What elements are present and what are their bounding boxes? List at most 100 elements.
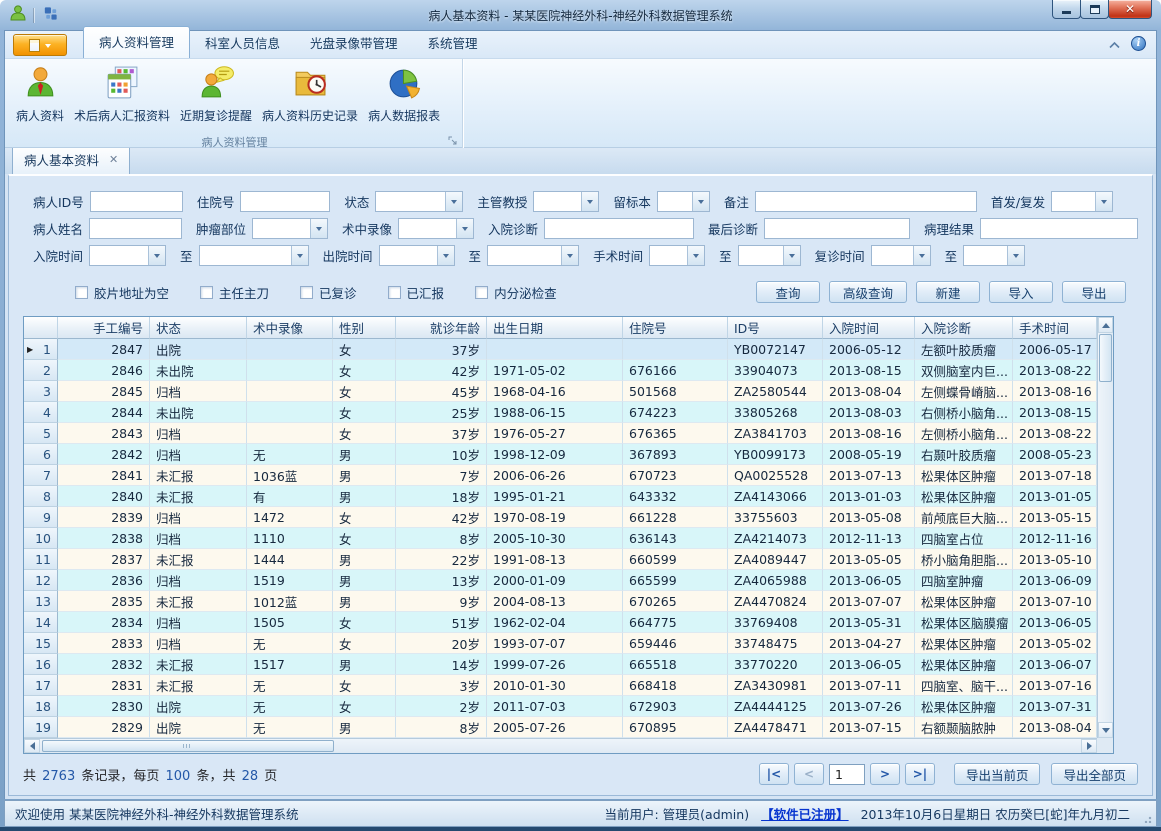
filter-combo[interactable] — [252, 218, 328, 239]
prev-page-button[interactable]: < — [794, 763, 824, 785]
combo-arrow-icon[interactable] — [310, 219, 327, 238]
column-header[interactable]: 入院时间 — [823, 317, 915, 339]
column-header[interactable]: 就诊年龄 — [396, 317, 487, 339]
filter-input[interactable] — [980, 218, 1138, 239]
table-row[interactable]: 52843归档女37岁1976-05-27676365ZA38417032013… — [24, 423, 1097, 444]
filter-combo[interactable] — [963, 245, 1025, 266]
column-header[interactable]: 手术时间 — [1013, 317, 1097, 339]
vertical-scroll-thumb[interactable] — [1099, 334, 1112, 382]
filter-input[interactable] — [89, 218, 182, 239]
table-row[interactable]: 172831未汇报无女3岁2010-01-30668418ZA343098120… — [24, 675, 1097, 696]
page-number-input[interactable] — [829, 764, 865, 785]
filter-input[interactable] — [755, 191, 977, 212]
filter-combo[interactable] — [89, 245, 166, 266]
filter-combo[interactable] — [871, 245, 931, 266]
filter-combo[interactable] — [199, 245, 309, 266]
filter-combo[interactable] — [398, 218, 474, 239]
filter-input[interactable] — [90, 191, 183, 212]
quick-access-squares-icon[interactable] — [42, 5, 59, 26]
table-row[interactable]: 82840未汇报有男18岁1995-01-21643332ZA414306620… — [24, 486, 1097, 507]
column-header[interactable]: 入院诊断 — [915, 317, 1013, 339]
column-header[interactable]: ID号 — [728, 317, 823, 339]
combo-arrow-icon[interactable] — [437, 246, 454, 265]
combo-arrow-icon[interactable] — [1007, 246, 1024, 265]
combo-arrow-icon[interactable] — [445, 192, 462, 211]
column-header[interactable]: 状态 — [150, 317, 247, 339]
combo-arrow-icon[interactable] — [783, 246, 800, 265]
scroll-left-button[interactable] — [24, 739, 40, 753]
filter-combo[interactable] — [738, 245, 801, 266]
filter-combo[interactable] — [657, 191, 710, 212]
tab-patient-basic-info[interactable]: 病人基本资料 ✕ — [12, 145, 130, 174]
ribbon-button[interactable]: 近期复诊提醒 — [175, 62, 257, 134]
ribbon-tab-3[interactable]: 光盘录像带管理 — [295, 28, 413, 58]
table-row[interactable]: 182830出院无女2岁2011-07-03672903ZA4444125201… — [24, 696, 1097, 717]
import-button[interactable]: 导入 — [989, 281, 1053, 303]
ribbon-button[interactable]: 病人资料历史记录 — [257, 62, 363, 134]
table-row[interactable]: 22846未出院女42岁1971-05-02676166339040732013… — [24, 360, 1097, 381]
table-row[interactable]: 102838归档1110女8岁2005-10-30636143ZA4214073… — [24, 528, 1097, 549]
table-row[interactable]: 72841未汇报1036蓝男7岁2006-06-26670723QA002552… — [24, 465, 1097, 486]
new-button[interactable]: 新建 — [916, 281, 980, 303]
ribbon-collapse-chevron-icon[interactable] — [1108, 34, 1121, 53]
table-row[interactable]: 92839归档1472女42岁1970-08-19661228337556032… — [24, 507, 1097, 528]
minimize-button[interactable] — [1052, 0, 1081, 19]
checkbox-option[interactable]: 胶片地址为空 — [75, 283, 169, 302]
resize-grip-icon[interactable] — [1144, 814, 1153, 823]
filter-combo[interactable] — [379, 245, 455, 266]
tab-close-icon[interactable]: ✕ — [109, 153, 118, 166]
ribbon-tab-2[interactable]: 科室人员信息 — [190, 28, 295, 58]
column-header[interactable]: 住院号 — [623, 317, 728, 339]
combo-arrow-icon[interactable] — [581, 192, 598, 211]
checkbox-option[interactable]: 内分泌检查 — [475, 283, 557, 302]
filter-input[interactable] — [240, 191, 330, 212]
ribbon-button[interactable]: 病人资料 — [11, 62, 69, 134]
last-page-button[interactable]: >| — [905, 763, 935, 785]
filter-input[interactable] — [764, 218, 910, 239]
checkbox[interactable] — [75, 286, 88, 299]
combo-arrow-icon[interactable] — [148, 246, 165, 265]
next-page-button[interactable]: > — [870, 763, 900, 785]
combo-arrow-icon[interactable] — [692, 192, 709, 211]
table-row[interactable]: 112837未汇报1444男22岁1991-08-13660599ZA40894… — [24, 549, 1097, 570]
query-button[interactable]: 查询 — [756, 281, 820, 303]
software-registered-link[interactable]: 【软件已注册】 — [761, 804, 849, 823]
table-row[interactable]: 1▶2847出院女37岁YB00721472006-05-12左额叶胶质瘤200… — [24, 339, 1097, 360]
ribbon-tab-4[interactable]: 系统管理 — [413, 28, 493, 58]
scroll-down-button[interactable] — [1098, 722, 1113, 738]
maximize-button[interactable] — [1080, 0, 1109, 19]
table-row[interactable]: 152833归档无女20岁1993-07-0765944633748475201… — [24, 633, 1097, 654]
checkbox[interactable] — [300, 286, 313, 299]
filter-combo[interactable] — [375, 191, 463, 212]
table-row[interactable]: 192829出院无男8岁2005-07-26670895ZA4478471201… — [24, 717, 1097, 738]
info-icon[interactable]: i — [1131, 36, 1146, 51]
combo-arrow-icon[interactable] — [687, 246, 704, 265]
application-menu-button[interactable] — [13, 34, 67, 56]
export-button[interactable]: 导出 — [1062, 281, 1126, 303]
filter-combo[interactable] — [533, 191, 599, 212]
column-header[interactable]: 出生日期 — [487, 317, 623, 339]
scroll-up-button[interactable] — [1098, 317, 1113, 333]
combo-arrow-icon[interactable] — [561, 246, 578, 265]
combo-arrow-icon[interactable] — [456, 219, 473, 238]
vertical-scrollbar[interactable] — [1097, 317, 1113, 738]
ribbon-button[interactable]: 病人数据报表 — [363, 62, 445, 134]
table-row[interactable]: 62842归档无男10岁1998-12-09367893YB0099173200… — [24, 444, 1097, 465]
close-button[interactable]: ✕ — [1108, 0, 1152, 19]
table-row[interactable]: 32845归档女45岁1968-04-16501568ZA25805442013… — [24, 381, 1097, 402]
table-row[interactable]: 42844未出院女25岁1988-06-15674223338052682013… — [24, 402, 1097, 423]
table-row[interactable]: 162832未汇报1517男14岁1999-07-266655183377022… — [24, 654, 1097, 675]
column-header[interactable]: 性别 — [333, 317, 396, 339]
export-all-pages-button[interactable]: 导出全部页 — [1051, 763, 1138, 785]
combo-arrow-icon[interactable] — [1095, 192, 1112, 211]
first-page-button[interactable]: |< — [759, 763, 789, 785]
export-current-page-button[interactable]: 导出当前页 — [954, 763, 1041, 785]
scroll-right-button[interactable] — [1081, 739, 1097, 753]
checkbox[interactable] — [475, 286, 488, 299]
filter-combo[interactable] — [649, 245, 705, 266]
filter-combo[interactable] — [487, 245, 579, 266]
checkbox[interactable] — [200, 286, 213, 299]
column-header[interactable]: 术中录像 — [247, 317, 333, 339]
table-row[interactable]: 132835未汇报1012蓝男9岁2004-08-13670265ZA44708… — [24, 591, 1097, 612]
table-row[interactable]: 122836归档1519男13岁2000-01-09665599ZA406598… — [24, 570, 1097, 591]
